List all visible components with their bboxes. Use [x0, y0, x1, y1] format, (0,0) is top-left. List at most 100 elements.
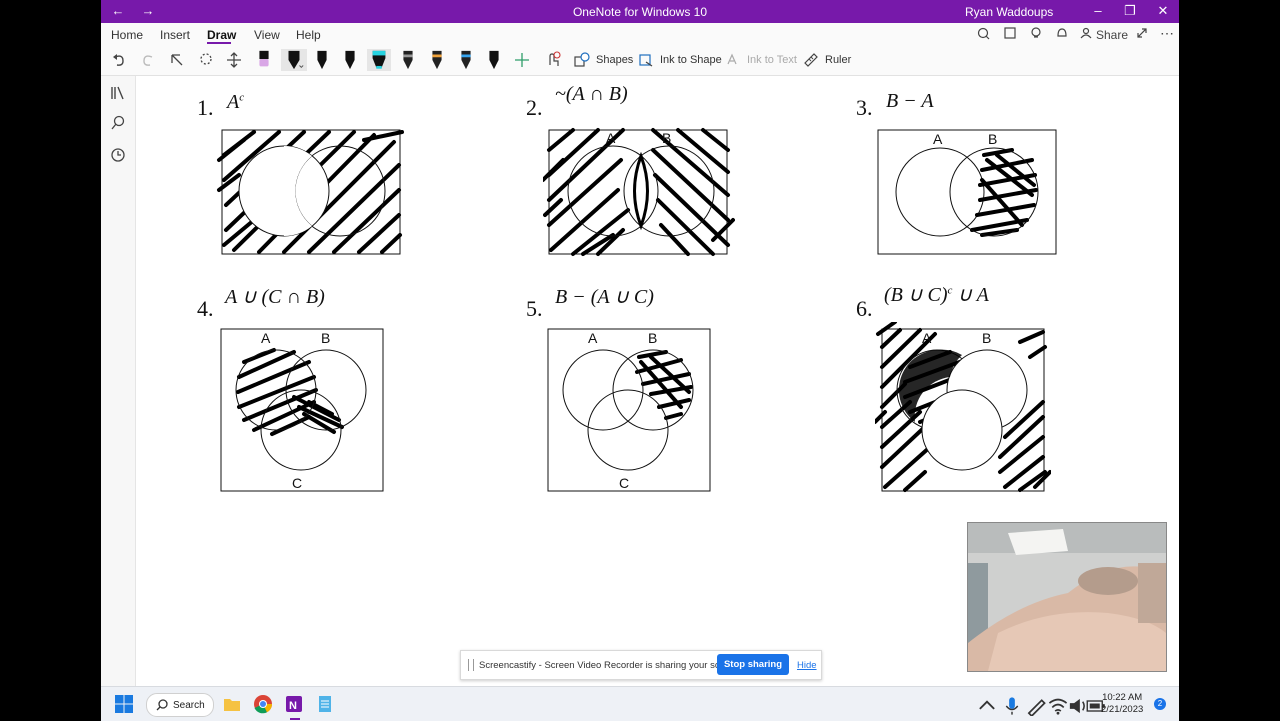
- problem-4-number: 4.: [197, 296, 214, 321]
- notebook-icon[interactable]: [1003, 26, 1017, 40]
- stop-sharing-button[interactable]: Stop sharing: [717, 654, 789, 675]
- ruler-button[interactable]: Ruler: [803, 49, 851, 71]
- ruler-icon: [804, 53, 818, 67]
- problem-3-expression: B − A: [886, 90, 934, 112]
- webcam-overlay: [967, 522, 1167, 672]
- shapes-label: Shapes: [596, 54, 634, 66]
- problem-1-venn-diagram: [217, 129, 404, 255]
- eraser-pen-icon[interactable]: [254, 49, 274, 71]
- problem-3-label-a: A: [933, 131, 943, 147]
- microphone-icon[interactable]: [1002, 696, 1022, 716]
- windows-taskbar: Search N 10:22 AM 2/21/2023 2: [101, 686, 1179, 721]
- problem-6-exponent: c: [947, 284, 953, 297]
- notification-badge[interactable]: 2: [1154, 698, 1166, 710]
- chevron-up-icon[interactable]: [977, 696, 997, 716]
- active-tab-indicator: [207, 42, 231, 44]
- maximize-button[interactable]: ❐: [1119, 2, 1141, 20]
- touch-drawing-icon[interactable]: [544, 49, 562, 71]
- sync-icon[interactable]: [977, 26, 991, 40]
- blue-pen-icon[interactable]: [456, 49, 476, 71]
- dark-pen-icon[interactable]: [484, 49, 504, 71]
- lasso-icon[interactable]: [197, 49, 215, 71]
- problem-1-exponent: c: [239, 91, 245, 104]
- screencast-sharing-bar: Screencastify - Screen Video Recorder is…: [460, 650, 822, 680]
- problem-4-label-a: A: [261, 330, 271, 346]
- highlighter-cyan-icon[interactable]: [367, 49, 391, 71]
- taskbar-search-label: Search: [173, 699, 205, 711]
- black-pen-selected-icon[interactable]: [281, 49, 307, 71]
- tab-home[interactable]: Home: [111, 28, 143, 42]
- problem-6-base: (B ∪ C): [884, 284, 948, 306]
- ink-to-text-button[interactable]: Ink to Text: [725, 49, 797, 71]
- chrome-icon[interactable]: [253, 694, 273, 714]
- undo-icon[interactable]: [110, 49, 128, 71]
- tab-view[interactable]: View: [254, 28, 280, 42]
- sharing-message: Screencastify - Screen Video Recorder is…: [479, 660, 742, 671]
- gray-pencil-icon[interactable]: [398, 49, 418, 71]
- orange-pen-icon[interactable]: [427, 49, 447, 71]
- problem-2-label-a: A: [606, 130, 616, 146]
- ink-to-shape-button[interactable]: Ink to Shape: [638, 49, 722, 71]
- user-name[interactable]: Ryan Waddoups: [965, 5, 1053, 19]
- bell-icon[interactable]: [1055, 26, 1069, 40]
- black-pen-icon[interactable]: [312, 49, 332, 71]
- problem-5-label-b: B: [648, 330, 657, 346]
- volume-icon[interactable]: [1067, 696, 1087, 716]
- file-explorer-icon[interactable]: [222, 694, 242, 714]
- ink-to-shape-icon: [639, 54, 653, 67]
- redo-icon[interactable]: [139, 49, 157, 71]
- clock-time: 10:22 AM: [1102, 692, 1143, 703]
- problem-6-number: 6.: [856, 296, 873, 321]
- problem-3-label-b: B: [988, 131, 997, 147]
- search-icon: [156, 699, 168, 711]
- problem-5-venn-diagram: A B C: [547, 328, 711, 492]
- tab-help[interactable]: Help: [296, 28, 321, 42]
- notebooks-icon[interactable]: [109, 84, 127, 102]
- share-button[interactable]: Share: [1096, 28, 1128, 42]
- tab-insert[interactable]: Insert: [160, 28, 190, 42]
- webcam-feed-image: [968, 523, 1166, 671]
- close-button[interactable]: ✕: [1152, 2, 1174, 20]
- drag-handle-icon[interactable]: [468, 659, 474, 671]
- hide-link[interactable]: Hide: [797, 660, 817, 671]
- wifi-icon[interactable]: [1048, 696, 1068, 716]
- shapes-icon: [574, 52, 590, 67]
- ruler-label: Ruler: [825, 54, 852, 66]
- pen-menu-icon[interactable]: [1026, 696, 1046, 716]
- problem-6-venn-diagram: A B: [875, 322, 1051, 492]
- tab-draw[interactable]: Draw: [207, 28, 236, 42]
- problem-5-shading: [635, 350, 693, 420]
- problem-2-expression: ~(A ∩ B): [555, 83, 628, 105]
- add-space-icon[interactable]: [225, 49, 243, 71]
- black-pen-2-icon[interactable]: [340, 49, 360, 71]
- expand-icon[interactable]: [1135, 26, 1149, 40]
- problem-5-label-c: C: [619, 475, 629, 491]
- shapes-button[interactable]: Shapes: [574, 49, 633, 71]
- share-icon[interactable]: [1079, 26, 1093, 40]
- problem-3-number: 3.: [856, 95, 873, 120]
- problem-5-label-a: A: [588, 330, 598, 346]
- lightbulb-icon[interactable]: [1029, 26, 1043, 40]
- problem-4-expression: A ∪ (C ∩ B): [225, 286, 325, 308]
- problem-1-expression: Ac: [227, 91, 244, 114]
- clock-date: 2/21/2023: [1101, 704, 1144, 715]
- ink-to-text-label: Ink to Text: [747, 54, 797, 66]
- add-pen-icon[interactable]: [513, 49, 531, 71]
- ink-to-text-icon: [727, 53, 737, 65]
- system-clock[interactable]: 10:22 AM 2/21/2023: [1101, 692, 1143, 716]
- search-icon[interactable]: [109, 114, 127, 132]
- minimize-button[interactable]: –: [1087, 2, 1109, 20]
- problem-3-venn-diagram: A B: [877, 129, 1057, 255]
- navigation-sidebar: [101, 76, 136, 686]
- recent-notes-icon[interactable]: [109, 146, 127, 164]
- onenote-app-icon[interactable]: N: [284, 694, 304, 714]
- more-options-icon[interactable]: ⋯: [1160, 25, 1174, 42]
- problem-1-base: A: [227, 91, 240, 113]
- problem-6-tail: ∪ A: [957, 284, 989, 306]
- problem-4-venn-diagram: A B C: [220, 328, 384, 492]
- problem-5-number: 5.: [526, 296, 543, 321]
- taskbar-search[interactable]: Search: [146, 693, 214, 717]
- windows-start-icon[interactable]: [114, 694, 134, 714]
- notepad-icon[interactable]: [315, 694, 335, 714]
- lasso-select-icon[interactable]: [168, 49, 186, 71]
